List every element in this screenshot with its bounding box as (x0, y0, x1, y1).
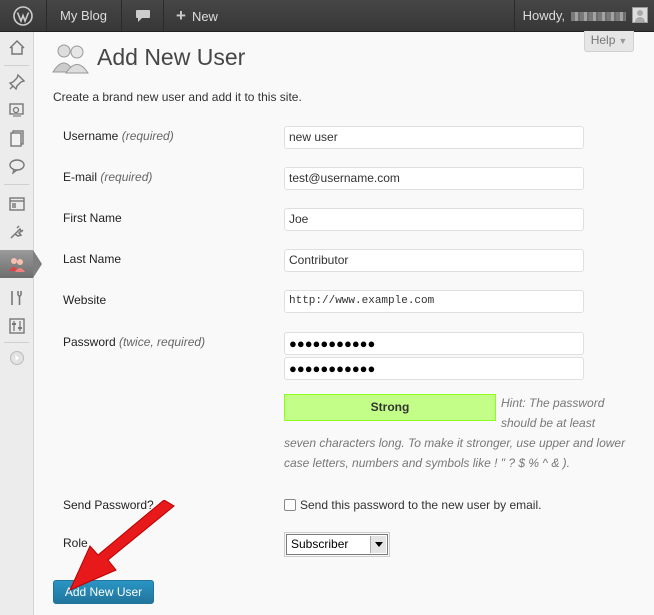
posts-icon[interactable] (0, 68, 33, 96)
send-password-checkbox[interactable] (284, 499, 296, 511)
password-hint-3: seven characters long. To make it strong… (284, 436, 626, 450)
password-label: Password (twice, required) (63, 335, 206, 349)
role-select[interactable]: Subscriber (286, 534, 388, 555)
wordpress-logo-icon[interactable] (0, 0, 47, 31)
last-name-label: Last Name (63, 252, 122, 266)
role-selected-value: Subscriber (291, 537, 349, 551)
comments-icon[interactable] (0, 152, 33, 180)
help-label: Help (590, 33, 616, 47)
settings-icon[interactable] (0, 312, 33, 340)
plus-icon: + (176, 6, 186, 25)
collapse-icon[interactable] (0, 344, 33, 372)
username-input[interactable]: new user (284, 126, 584, 149)
page-intro: Create a brand new user and add it to th… (53, 90, 302, 104)
plugins-icon[interactable] (0, 218, 33, 246)
send-password-label: Send Password? (63, 498, 154, 512)
pages-icon[interactable] (0, 124, 33, 152)
password-hint-4: case letters, numbers and symbols like !… (284, 456, 571, 470)
my-blog-link[interactable]: My Blog (47, 0, 122, 31)
appearance-icon[interactable] (0, 190, 33, 218)
password-confirm-mask: ●●●●●●●●●●● (289, 361, 376, 376)
password-mask: ●●●●●●●●●●● (289, 336, 376, 351)
password-hint-1: Hint: The password (501, 396, 605, 410)
active-menu-pointer (33, 250, 42, 278)
first-name-input[interactable]: Joe (284, 208, 584, 231)
email-label: E-mail (required) (63, 170, 153, 184)
admin-sidebar (0, 32, 42, 615)
username-label: Username (required) (63, 129, 174, 143)
website-label: Website (63, 293, 107, 307)
new-content-menu[interactable]: + New (164, 0, 236, 31)
new-label: New (191, 9, 218, 24)
first-name-label: First Name (63, 211, 122, 225)
admin-bar: My Blog + New Howdy, (0, 0, 654, 32)
chevron-down-icon[interactable] (370, 536, 386, 553)
dashboard-icon[interactable] (0, 34, 33, 62)
send-password-text[interactable]: Send this password to the new user by em… (300, 498, 541, 512)
users-icon[interactable] (0, 250, 33, 278)
password-confirm-input[interactable]: ●●●●●●●●●●● (284, 357, 584, 380)
page-title: Add New User (97, 44, 246, 70)
redacted-username (571, 12, 626, 22)
tools-icon[interactable] (0, 284, 33, 312)
howdy-text: Howdy, (522, 8, 565, 23)
role-label: Role (63, 536, 88, 550)
users-page-icon (52, 44, 89, 74)
avatar (632, 7, 648, 23)
password-input[interactable]: ●●●●●●●●●●● (284, 332, 584, 355)
email-input[interactable]: test@username.com (284, 167, 584, 190)
account-menu[interactable]: Howdy, (513, 0, 654, 31)
password-hint-2: should be at least (501, 416, 596, 430)
add-new-user-button[interactable]: Add New User (53, 580, 154, 604)
last-name-input[interactable]: Contributor (284, 249, 584, 272)
media-icon[interactable] (0, 96, 33, 124)
comment-bubble-icon[interactable] (123, 0, 164, 31)
help-tab[interactable]: Help ▼ (584, 31, 634, 52)
password-strength-indicator: Strong (284, 394, 496, 421)
chevron-down-icon: ▼ (618, 36, 628, 46)
website-input[interactable]: http://www.example.com (284, 290, 584, 313)
